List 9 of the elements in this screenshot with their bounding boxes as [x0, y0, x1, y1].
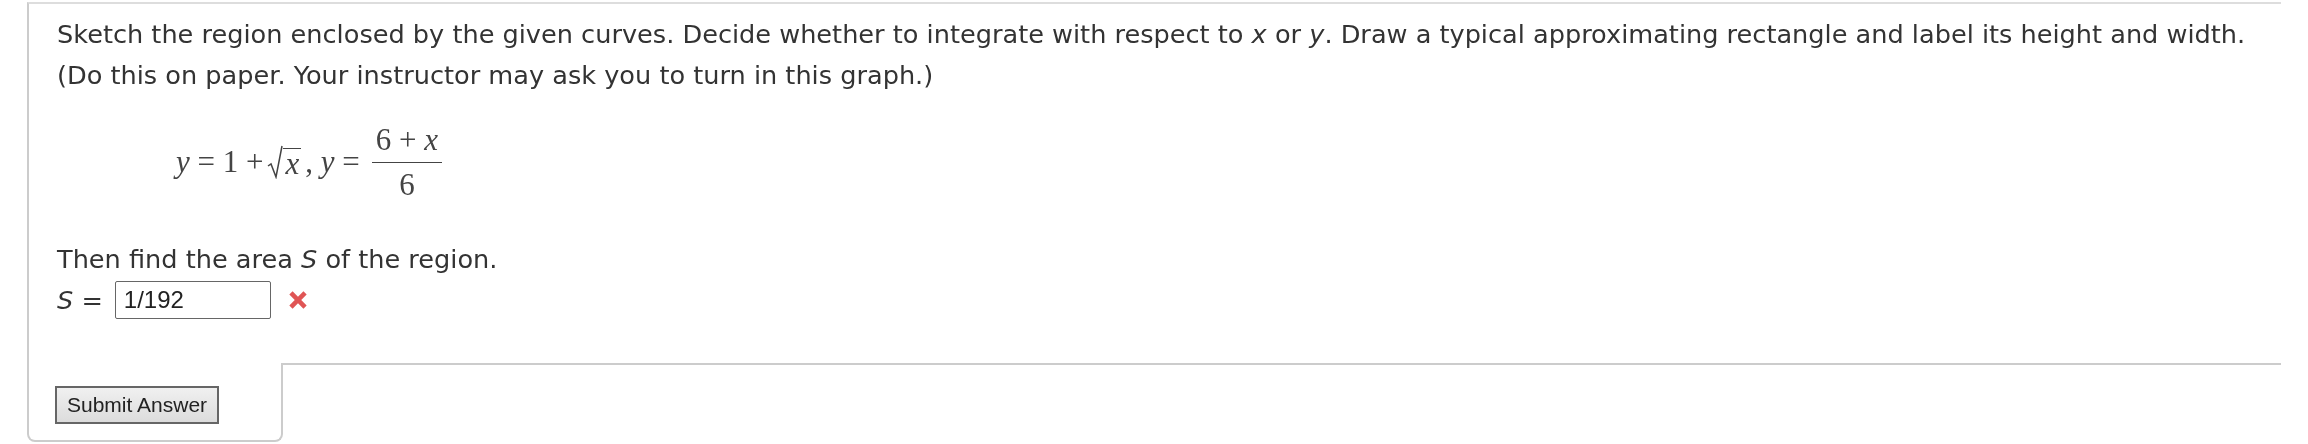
square-root: x: [267, 145, 302, 179]
instructions-text: Sketch the region enclosed by the given curves. Decide whether to integrate with respect to x or y. Draw a typical approximating rectangle and label its height and width.: [57, 18, 2247, 51]
answer-label: S =: [57, 285, 103, 315]
formula-text: , y =: [305, 144, 360, 180]
prompt-text: Then find the area S of the region.: [57, 243, 499, 276]
submit-button[interactable]: Submit Answer: [55, 386, 220, 424]
answer-field[interactable]: 1/192: [114, 281, 271, 319]
note-text: (Do this on paper. Your instructor may ask you to turn in this graph.): [57, 59, 935, 92]
fraction: 6 + x 6: [371, 121, 442, 203]
